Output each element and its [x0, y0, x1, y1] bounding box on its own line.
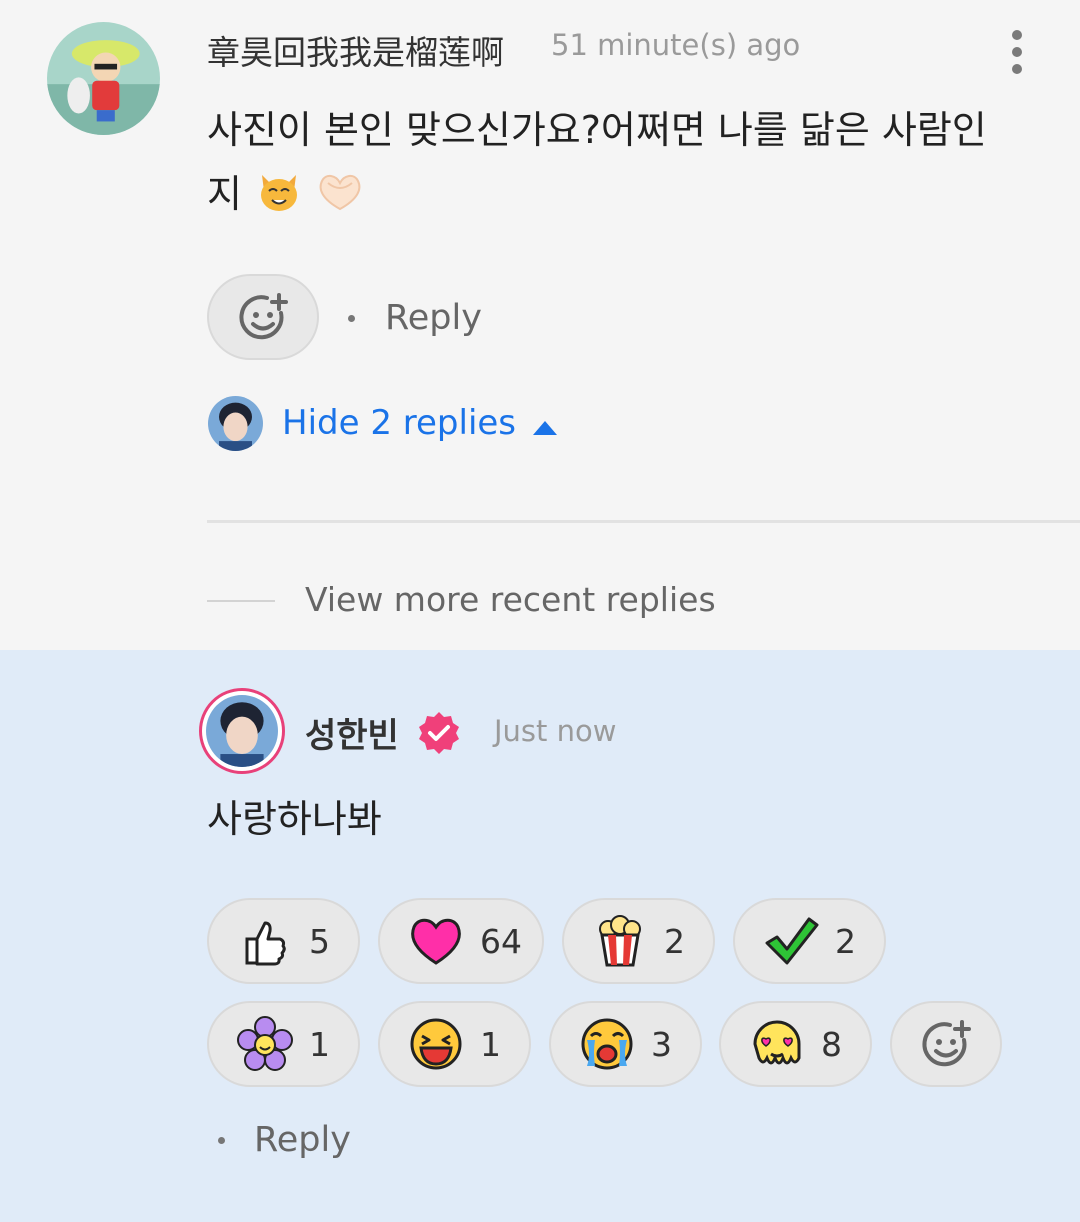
heart-icon	[408, 913, 464, 969]
heart-hands-emoji	[319, 175, 361, 211]
reaction-crying[interactable]: 3	[549, 1001, 702, 1087]
view-more-replies-link[interactable]: View more recent replies	[305, 580, 716, 619]
reaction-popcorn[interactable]: 2	[562, 898, 715, 984]
reply-text: 사랑하나봐	[207, 797, 382, 841]
reaction-count: 3	[651, 1024, 672, 1064]
reaction-flower[interactable]: 1	[207, 1001, 360, 1087]
reaction-count: 64	[480, 921, 522, 961]
comment-timestamp: 51 minute(s) ago	[551, 28, 801, 62]
comment-text-line-2: 지	[207, 163, 366, 225]
reply-button[interactable]: Reply	[385, 298, 482, 338]
add-reaction-icon	[918, 1016, 974, 1072]
separator-dot	[348, 315, 355, 322]
thread-line	[207, 600, 275, 602]
more-options-icon[interactable]	[1006, 30, 1028, 80]
reaction-count: 1	[480, 1024, 501, 1064]
replier-mini-avatar	[208, 396, 263, 451]
reaction-count: 2	[835, 921, 856, 961]
comment-text-tail: 지	[207, 172, 242, 216]
commenter-avatar[interactable]	[47, 22, 160, 135]
check-mark-icon	[763, 913, 819, 969]
reaction-thumbs-up[interactable]: 5	[207, 898, 360, 984]
add-reaction-icon	[235, 289, 291, 345]
thumbs-up-icon	[237, 913, 293, 969]
laughing-face-icon	[408, 1016, 464, 1072]
reaction-count: 5	[309, 921, 330, 961]
artist-avatar[interactable]	[199, 688, 285, 774]
verified-badge-icon	[416, 710, 462, 756]
add-reaction-button[interactable]	[207, 274, 319, 360]
reply-button[interactable]: Reply	[254, 1120, 351, 1160]
comment-section: 章昊回我我是榴莲啊 51 minute(s) ago 사진이 본인 맞으신가요?…	[0, 0, 1080, 650]
crying-face-icon	[579, 1016, 635, 1072]
reaction-count: 2	[664, 921, 685, 961]
popcorn-icon	[592, 913, 648, 969]
artist-name[interactable]: 성한빈	[305, 708, 399, 757]
cat-face-emoji	[261, 175, 298, 211]
collapse-caret-icon[interactable]	[533, 421, 557, 435]
reply-timestamp: Just now	[494, 714, 617, 748]
divider	[207, 520, 1080, 523]
heart-eyes-melting-icon	[749, 1016, 805, 1072]
add-reaction-button[interactable]	[890, 1001, 1002, 1087]
comment-text-line-1: 사진이 본인 맞으신가요?어쩌면 나를 닮은 사람인	[207, 108, 987, 152]
separator-dot	[218, 1137, 225, 1144]
reaction-heart[interactable]: 64	[378, 898, 544, 984]
reaction-laughing[interactable]: 1	[378, 1001, 531, 1087]
hide-replies-link[interactable]: Hide 2 replies	[282, 403, 516, 443]
reaction-check[interactable]: 2	[733, 898, 886, 984]
reaction-heart-eyes[interactable]: 8	[719, 1001, 872, 1087]
reaction-count: 8	[821, 1024, 842, 1064]
commenter-name[interactable]: 章昊回我我是榴莲啊	[207, 26, 504, 74]
flower-icon	[237, 1016, 293, 1072]
reaction-count: 1	[309, 1024, 330, 1064]
